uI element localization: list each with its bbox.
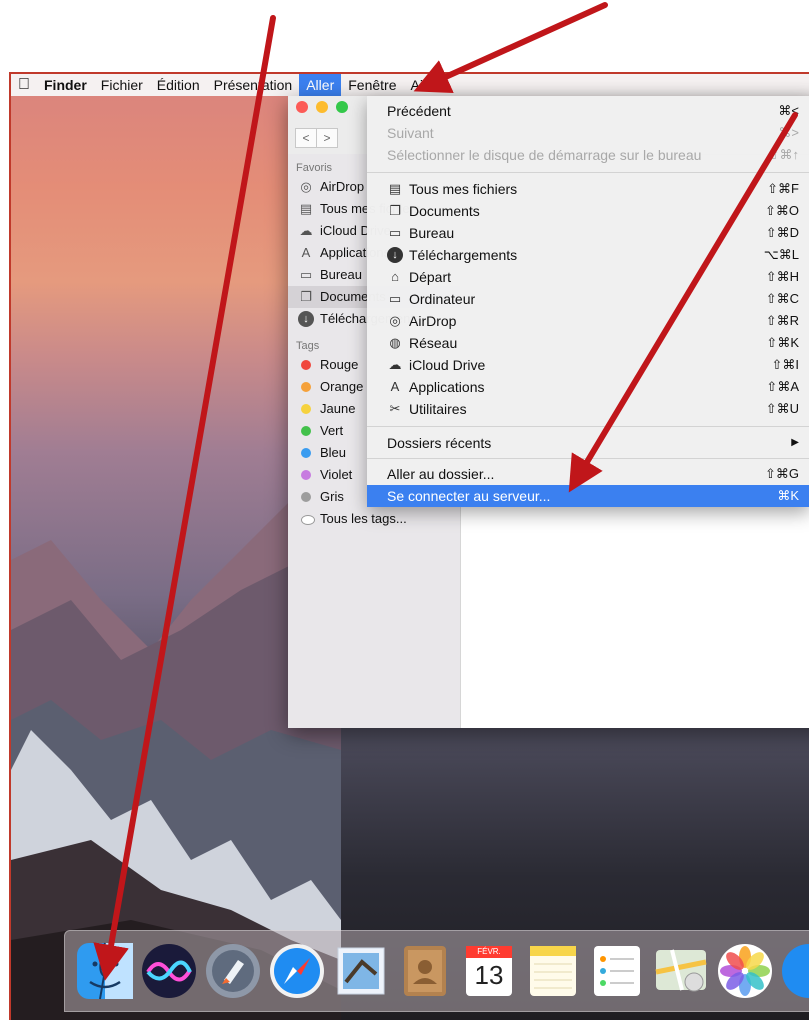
dock-siri-icon[interactable] [140, 942, 198, 1000]
utilities-icon: ✂ [389, 401, 401, 416]
menu-item-downloads[interactable]: ↓ Téléchargements ⌥⌘L [367, 244, 809, 266]
cloud-icon: ☁ [299, 223, 313, 238]
dock-notes-icon[interactable] [524, 942, 582, 1000]
applications-icon: A [301, 245, 311, 260]
download-icon: ↓ [298, 311, 314, 327]
menu-item-forward: Suivant ⌘> [387, 125, 799, 141]
tag-dot-icon [301, 360, 311, 370]
menu-item-startup-disk: Sélectionner le disque de démarrage sur … [387, 147, 799, 163]
dock: FÉVR. 13 [64, 930, 809, 1012]
desktop-icon: ▭ [299, 267, 313, 282]
apple-menu-icon[interactable]:  [11, 74, 37, 96]
menu-separator [367, 172, 809, 173]
sidebar-all-tags[interactable]: Tous les tags... [288, 508, 460, 530]
back-arrow-icon[interactable]: < [295, 128, 317, 148]
all-tags-icon [301, 515, 315, 525]
documents-icon: ❐ [300, 289, 312, 304]
menu-item-recent-folders[interactable]: Dossiers récents ▶ [367, 432, 809, 454]
menu-aller[interactable]: Aller [299, 74, 342, 96]
dock-finder-icon[interactable] [76, 942, 134, 1000]
menu-item-home[interactable]: ⌂ Départ ⇧⌘H [367, 266, 809, 288]
desktop-icon: ▭ [388, 225, 402, 240]
menu-item-computer[interactable]: ▭ Ordinateur ⇧⌘C [367, 288, 809, 310]
menu-item-all-files[interactable]: ▤ Tous mes fichiers ⇧⌘F [367, 178, 809, 200]
menu-fenetre[interactable]: Fenêtre [341, 74, 403, 96]
airdrop-icon: ◎ [300, 179, 312, 194]
dock-mail-icon[interactable] [332, 942, 390, 1000]
tag-dot-icon [301, 448, 311, 458]
tag-dot-icon [301, 492, 311, 502]
forward-arrow-icon[interactable]: > [316, 128, 338, 148]
dock-partial-icon[interactable] [780, 942, 809, 1000]
dock-safari-icon[interactable] [268, 942, 326, 1000]
download-icon: ↓ [387, 247, 403, 263]
dock-photos-icon[interactable] [716, 942, 774, 1000]
tag-dot-icon [301, 382, 311, 392]
cloud-icon: ☁ [388, 357, 402, 372]
menu-item-back[interactable]: Précédent ⌘< [367, 100, 809, 122]
menu-separator [367, 458, 809, 459]
tag-dot-icon [301, 470, 311, 480]
menu-item-icloud[interactable]: ☁ iCloud Drive ⇧⌘I [367, 354, 809, 376]
menu-item-connect-server[interactable]: Se connecter au serveur... ⌘K [367, 485, 809, 507]
close-window-button[interactable] [296, 101, 308, 113]
menu-item-applications[interactable]: A Applications ⇧⌘A [367, 376, 809, 398]
calendar-day: 13 [474, 960, 504, 990]
airdrop-icon: ◎ [389, 313, 401, 328]
menu-item-goto-folder[interactable]: Aller au dossier... ⇧⌘G [367, 463, 809, 485]
documents-icon: ❐ [389, 203, 401, 218]
menu-fichier[interactable]: Fichier [94, 74, 150, 96]
all-files-icon: ▤ [299, 201, 313, 216]
menu-aide[interactable]: Aide [403, 74, 445, 96]
menu-item-utilities[interactable]: ✂ Utilitaires ⇧⌘U [367, 398, 809, 420]
calendar-month: FÉVR. [477, 947, 501, 956]
menu-separator [367, 426, 809, 427]
menu-bar:  Finder Fichier Édition Présentation Al… [11, 74, 809, 96]
submenu-arrow-icon: ▶ [791, 437, 799, 448]
dock-maps-icon[interactable] [652, 942, 710, 1000]
go-menu-dropdown: Précédent ⌘< Suivant ⌘> Sélectionner le di… [367, 96, 809, 507]
minimize-window-button[interactable] [316, 101, 328, 113]
dock-launchpad-icon[interactable] [204, 942, 262, 1000]
menu-finder[interactable]: Finder [37, 74, 94, 96]
home-icon: ⌂ [391, 269, 399, 284]
zoom-window-button[interactable] [336, 101, 348, 113]
menu-item-airdrop[interactable]: ◎ AirDrop ⇧⌘R [367, 310, 809, 332]
computer-icon: ▭ [388, 291, 402, 306]
menu-item-documents[interactable]: ❐ Documents ⇧⌘O [367, 200, 809, 222]
menu-item-bureau[interactable]: ▭ Bureau ⇧⌘D [367, 222, 809, 244]
tag-dot-icon [301, 426, 311, 436]
menu-presentation[interactable]: Présentation [207, 74, 300, 96]
menu-item-network[interactable]: ◍ Réseau ⇧⌘K [367, 332, 809, 354]
dock-calendar-icon[interactable]: FÉVR. 13 [460, 942, 518, 1000]
desktop:  Finder Fichier Édition Présentation Al… [9, 72, 809, 1020]
tag-dot-icon [301, 404, 311, 414]
dock-contacts-icon[interactable] [396, 942, 454, 1000]
applications-icon: A [390, 379, 400, 394]
menu-edition[interactable]: Édition [150, 74, 207, 96]
network-icon: ◍ [389, 335, 401, 350]
all-files-icon: ▤ [388, 181, 402, 196]
dock-reminders-icon[interactable] [588, 942, 646, 1000]
